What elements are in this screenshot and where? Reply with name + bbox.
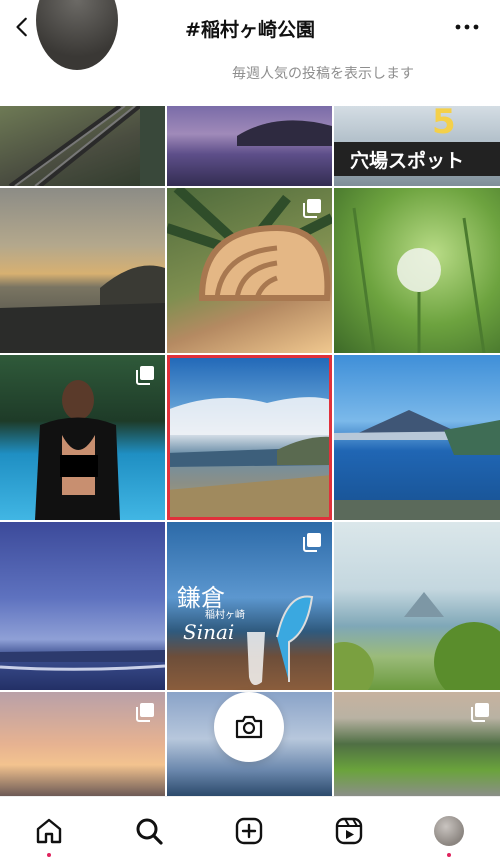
search-icon: [136, 818, 163, 845]
nav-search[interactable]: [129, 811, 169, 851]
post-thumbnail[interactable]: [334, 692, 500, 796]
home-icon: [36, 818, 62, 844]
post-thumbnail[interactable]: [334, 522, 500, 690]
post-overlay-text: 穴場スポット: [350, 150, 465, 172]
nav-home-dot: [47, 853, 51, 857]
post-thumbnail[interactable]: 鎌倉 稲村ヶ崎 Sinai: [167, 522, 332, 690]
nav-profile[interactable]: [429, 811, 469, 851]
post-thumbnail[interactable]: [0, 355, 165, 520]
multiple-posts-icon: [303, 533, 321, 552]
bottom-nav: [0, 796, 500, 863]
post-thumbnail[interactable]: [0, 188, 165, 353]
header-bar: #稲村ヶ崎公園: [0, 0, 500, 70]
post-thumbnail[interactable]: [167, 106, 332, 186]
camera-button[interactable]: [214, 692, 284, 762]
post-thumbnail[interactable]: [0, 106, 165, 186]
page-title: #稲村ヶ崎公園: [185, 19, 315, 41]
post-overlay-subtitle: 稲村ヶ崎: [205, 610, 245, 621]
multiple-posts-icon: [303, 199, 321, 218]
nav-add[interactable]: [229, 811, 269, 851]
post-overlay-signature: Sinai: [183, 620, 235, 644]
nav-profile-dot: [447, 853, 451, 857]
more-button[interactable]: [452, 14, 482, 40]
post-thumbnail[interactable]: [0, 522, 165, 690]
post-thumbnail[interactable]: 穴場スポット 5: [334, 106, 500, 186]
nav-home[interactable]: [29, 811, 69, 851]
post-overlay-number: 5: [432, 106, 456, 142]
post-thumbnail[interactable]: [0, 692, 165, 796]
nav-reels[interactable]: [329, 811, 369, 851]
multiple-posts-icon: [136, 366, 154, 385]
add-icon: [235, 817, 263, 845]
post-thumbnail[interactable]: [334, 188, 500, 353]
post-thumbnail[interactable]: [167, 188, 332, 353]
post-thumbnail[interactable]: [334, 355, 500, 520]
subtitle-text: 毎週人気の投稿を表示します: [232, 66, 414, 82]
more-icon: [455, 24, 479, 30]
camera-icon: [235, 715, 263, 739]
multiple-posts-icon: [471, 703, 489, 722]
reels-icon: [335, 817, 363, 845]
avatar: [434, 816, 464, 846]
post-thumbnail-selected[interactable]: [167, 355, 332, 520]
multiple-posts-icon: [136, 703, 154, 722]
